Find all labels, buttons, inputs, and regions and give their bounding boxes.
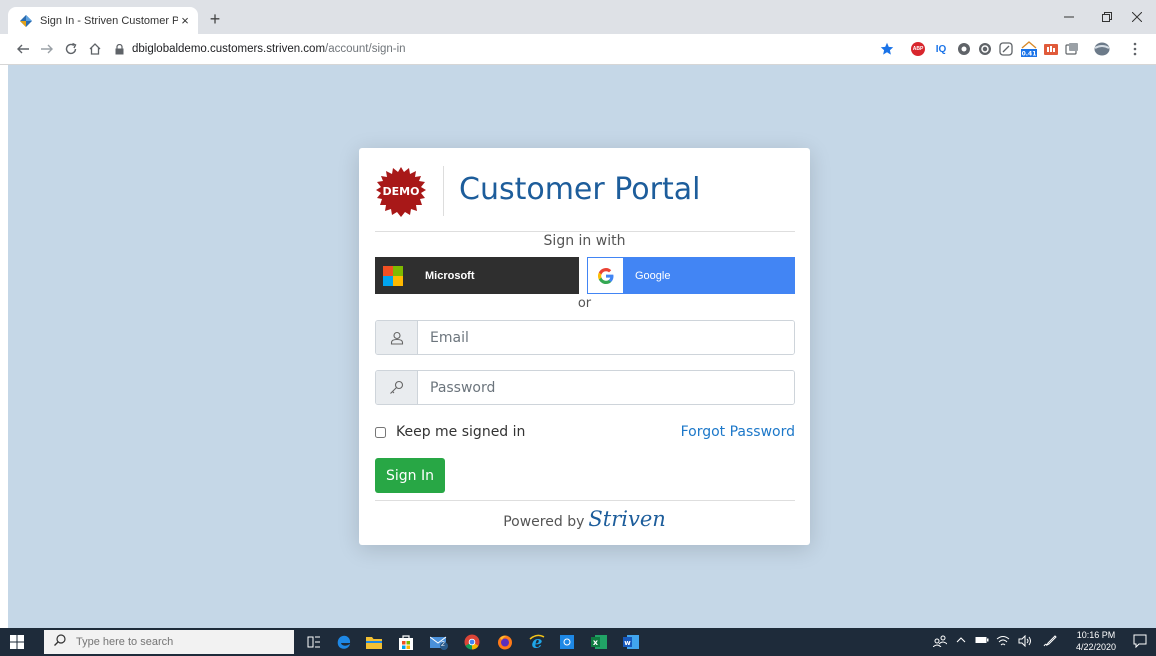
microsoft-sign-in-button[interactable]: Microsoft [375,257,579,294]
page-title: Customer Portal [459,172,701,207]
keep-signed-in-checkbox[interactable] [375,426,386,438]
lock-icon [112,43,126,55]
password-input[interactable] [418,371,794,404]
sign-in-with-label: Sign in with [543,233,626,249]
minimize-button[interactable] [1050,0,1088,34]
password-field-group [375,370,795,405]
new-tab-button[interactable]: + [205,9,225,29]
taskbar-search-input[interactable] [74,635,278,649]
keep-signed-in-row[interactable]: Keep me signed in [375,424,525,440]
edge-browser-icon[interactable] [335,633,353,651]
email-input[interactable] [418,321,794,354]
reload-icon[interactable] [62,40,80,58]
demo-seal-logo: DEMO [375,166,427,218]
site-favicon-icon [20,14,32,27]
login-card: DEMO Customer Portal Sign in with Micros… [359,148,810,545]
browser-tab[interactable]: Sign In - Striven Customer Portal × [8,7,198,34]
url-host: dbiglobaldemo.customers.striven.com [132,43,326,55]
svg-text:x: x [593,638,599,647]
volume-icon[interactable] [1018,634,1032,650]
screen: Sign In - Striven Customer Portal × + [0,0,1156,656]
extension-ring-icon[interactable] [978,42,992,56]
mail-count-badge: 2 [441,641,445,648]
google-logo-icon [588,258,623,293]
extension-window-icon[interactable] [1065,42,1079,56]
clock-time: 10:16 PM [1076,630,1116,640]
app-icon[interactable] [558,633,576,651]
sign-in-button[interactable]: Sign In [375,458,445,493]
firefox-icon[interactable] [496,633,514,651]
address-bar[interactable]: dbiglobaldemo.customers.striven.com/acco… [112,37,902,61]
notifications-icon[interactable] [1133,634,1147,651]
search-icon [54,633,66,651]
close-window-button[interactable] [1118,0,1156,34]
iq-extension-icon[interactable]: IQ [934,42,948,56]
people-icon[interactable] [932,635,948,650]
google-sign-in-button[interactable]: Google [587,257,795,294]
page-background: DEMO Customer Portal Sign in with Micros… [8,65,1156,628]
profile-avatar-icon[interactable] [1093,42,1111,56]
extension-chart-icon[interactable] [1044,42,1058,56]
divider [375,500,795,501]
battery-icon[interactable] [975,635,989,648]
menu-icon[interactable] [1131,42,1139,56]
forward-arrow-icon[interactable] [38,40,56,58]
taskbar-search-box[interactable] [44,630,294,654]
powered-by-footer: Powered by Striven [359,507,810,531]
task-view-icon[interactable] [305,633,323,651]
taskbar-clock[interactable]: 10:16 PM 4/22/2020 [1068,629,1124,653]
powered-by-label: Powered by [503,514,585,530]
mail-icon[interactable]: 2 [430,633,448,651]
svg-text:0.41: 0.41 [1022,51,1037,58]
email-field-group [375,320,795,355]
svg-text:w: w [624,639,631,647]
google-label: Google [635,269,671,282]
tab-close-icon[interactable]: × [178,13,192,28]
internet-explorer-icon[interactable]: e [528,633,546,651]
user-icon [376,321,418,354]
extension-square-icon[interactable] [999,42,1013,56]
tab-title: Sign In - Striven Customer Portal [40,14,178,27]
keep-signed-in-label: Keep me signed in [396,424,526,440]
key-icon [376,371,418,404]
extension-circle-icon[interactable] [957,42,971,56]
divider [375,231,795,232]
microsoft-label: Microsoft [425,269,475,282]
home-icon[interactable] [86,40,104,58]
browser-toolbar: dbiglobaldemo.customers.striven.com/acco… [0,34,1156,65]
url-path: /account/sign-in [325,43,406,55]
chevron-up-icon[interactable] [956,635,966,648]
clock-date: 4/22/2020 [1075,642,1117,652]
or-separator: or [577,296,592,311]
forgot-password-link[interactable]: Forgot Password [681,424,795,440]
logo-row: DEMO Customer Portal [375,162,795,218]
store-icon[interactable] [397,633,415,651]
demo-seal-text: DEMO [382,185,420,198]
file-explorer-icon[interactable] [365,633,383,651]
word-icon[interactable]: w [622,633,640,651]
logo-divider [443,166,444,216]
windows-taskbar: 2 e x w [0,628,1156,656]
wifi-icon[interactable] [996,635,1010,650]
bookmark-star-icon[interactable] [880,42,894,56]
pen-ink-icon[interactable] [1043,635,1057,650]
excel-icon[interactable]: x [590,633,608,651]
windows-start-icon[interactable] [0,628,34,656]
striven-brand: Striven [588,507,666,531]
adblock-extension-icon[interactable]: ABP [911,42,925,56]
browser-tabstrip: Sign In - Striven Customer Portal × + [0,0,1156,34]
back-arrow-icon[interactable] [14,40,32,58]
microsoft-logo-icon [383,265,403,286]
extension-counter-icon[interactable]: 0.41 [1020,41,1038,58]
chrome-icon[interactable] [463,633,481,651]
